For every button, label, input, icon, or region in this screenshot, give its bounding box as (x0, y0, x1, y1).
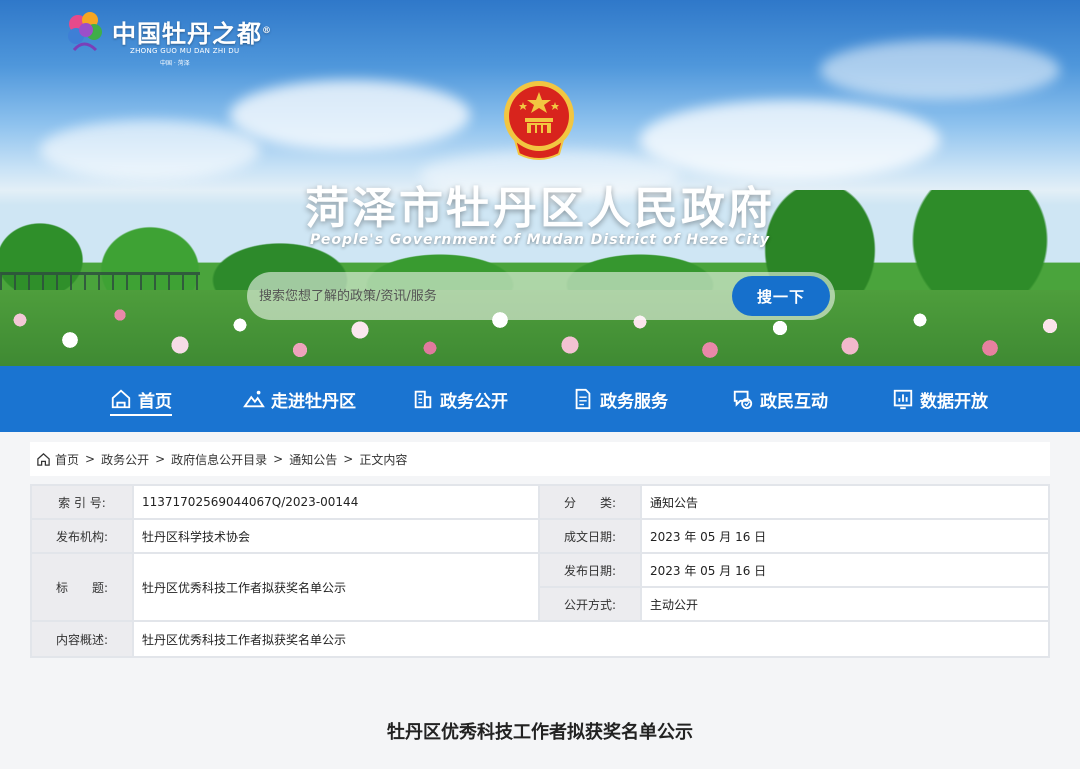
publisher-label: 发布机构: (32, 520, 132, 552)
nav-item-home[interactable]: 首页 (110, 366, 172, 432)
breadcrumb-gov-affairs-open[interactable]: 政务公开 (101, 451, 149, 468)
breadcrumb-home[interactable]: 首页 (55, 451, 79, 468)
breadcrumb-notices[interactable]: 通知公告 (289, 451, 337, 468)
nav-item-label: 走进牡丹区 (271, 391, 356, 412)
nav-item-label: 数据开放 (920, 391, 988, 412)
building-icon (414, 390, 432, 409)
breadcrumb-separator: > (273, 452, 284, 466)
index-value: 11371702569044067Q/2023-00144 (134, 486, 538, 518)
nav-item-interaction[interactable]: 政民互动 (732, 366, 828, 432)
home-icon (37, 452, 50, 466)
breadcrumb-separator: > (155, 452, 166, 466)
logo-location: 中国 · 菏泽 (160, 60, 190, 67)
nav-item-gov-services[interactable]: 政务服务 (572, 366, 668, 432)
site-title: 菏泽市牡丹区人民政府 (305, 183, 775, 234)
summary-label: 内容概述: (32, 622, 132, 656)
open-method-value: 主动公开 (642, 588, 1048, 620)
category-label: 分 类: (540, 486, 640, 518)
breadcrumb-current: 正文内容 (359, 452, 408, 467)
written-date-label: 成文日期: (540, 520, 640, 552)
summary-value: 牡丹区优秀科技工作者拟获奖名单公示 (134, 622, 1048, 656)
index-label: 索 引 号: (32, 486, 132, 518)
published-date-label: 发布日期: (540, 554, 640, 586)
publisher-value: 牡丹区科学技术协会 (134, 520, 538, 552)
nav-item-gov-affairs-open[interactable]: 政务公开 (412, 366, 508, 432)
search-bar: 搜一下 (247, 272, 835, 320)
category-value: 通知公告 (642, 486, 1048, 518)
breadcrumb-separator: > (85, 452, 96, 466)
nav-item-about[interactable]: 走进牡丹区 (243, 366, 356, 432)
article-title: 牡丹区优秀科技工作者拟获奖名单公示 (387, 722, 693, 743)
cloud-decoration (230, 80, 470, 150)
breadcrumb: 首页 > 政务公开 > 政府信息公开目录 > 通知公告 > 正文内容 (30, 442, 1050, 476)
open-method-label: 公开方式: (540, 588, 640, 620)
logo-subtitle: ZHONG GUO MU DAN ZHI DU (130, 47, 240, 55)
chart-icon (893, 389, 913, 410)
published-date-value: 2023 年 05 月 16 日 (642, 554, 1048, 586)
cloud-decoration (640, 100, 940, 180)
cloud-decoration (40, 120, 260, 180)
national-emblem-icon (504, 81, 574, 160)
header-banner: 中国牡丹之都® ZHONG GUO MU DAN ZHI DU 中国 · 菏泽 … (0, 0, 1080, 366)
peony-logo-icon (68, 12, 102, 52)
nav-item-label: 政务服务 (600, 391, 668, 412)
landscape-icon (243, 390, 265, 408)
title-label: 标 题: (32, 554, 132, 620)
main-nav: 首页 走进牡丹区 政务公开 政务服务 政民互动 数据开放 (0, 366, 1080, 432)
nav-item-label: 首页 (138, 391, 172, 412)
chat-icon (733, 390, 753, 410)
document-metadata-table: 索 引 号: 11371702569044067Q/2023-00144 分 类… (30, 484, 1050, 658)
breadcrumb-separator: > (343, 452, 354, 466)
brand-logo[interactable]: 中国牡丹之都® ZHONG GUO MU DAN ZHI DU 中国 · 菏泽 (64, 10, 271, 67)
nav-item-label: 政务公开 (440, 391, 508, 412)
home-icon (111, 389, 131, 409)
written-date-value: 2023 年 05 月 16 日 (642, 520, 1048, 552)
breadcrumb-info-catalog[interactable]: 政府信息公开目录 (171, 451, 267, 468)
search-button[interactable]: 搜一下 (732, 276, 830, 316)
cloud-decoration (820, 40, 1060, 100)
nav-item-open-data[interactable]: 数据开放 (892, 366, 988, 432)
title-value: 牡丹区优秀科技工作者拟获奖名单公示 (134, 554, 538, 620)
search-input[interactable] (259, 280, 719, 312)
site-subtitle: People's Government of Mudan District of… (309, 232, 771, 248)
nav-item-label: 政民互动 (760, 391, 828, 412)
document-icon (575, 388, 591, 410)
logo-title: 中国牡丹之都® (112, 19, 272, 48)
